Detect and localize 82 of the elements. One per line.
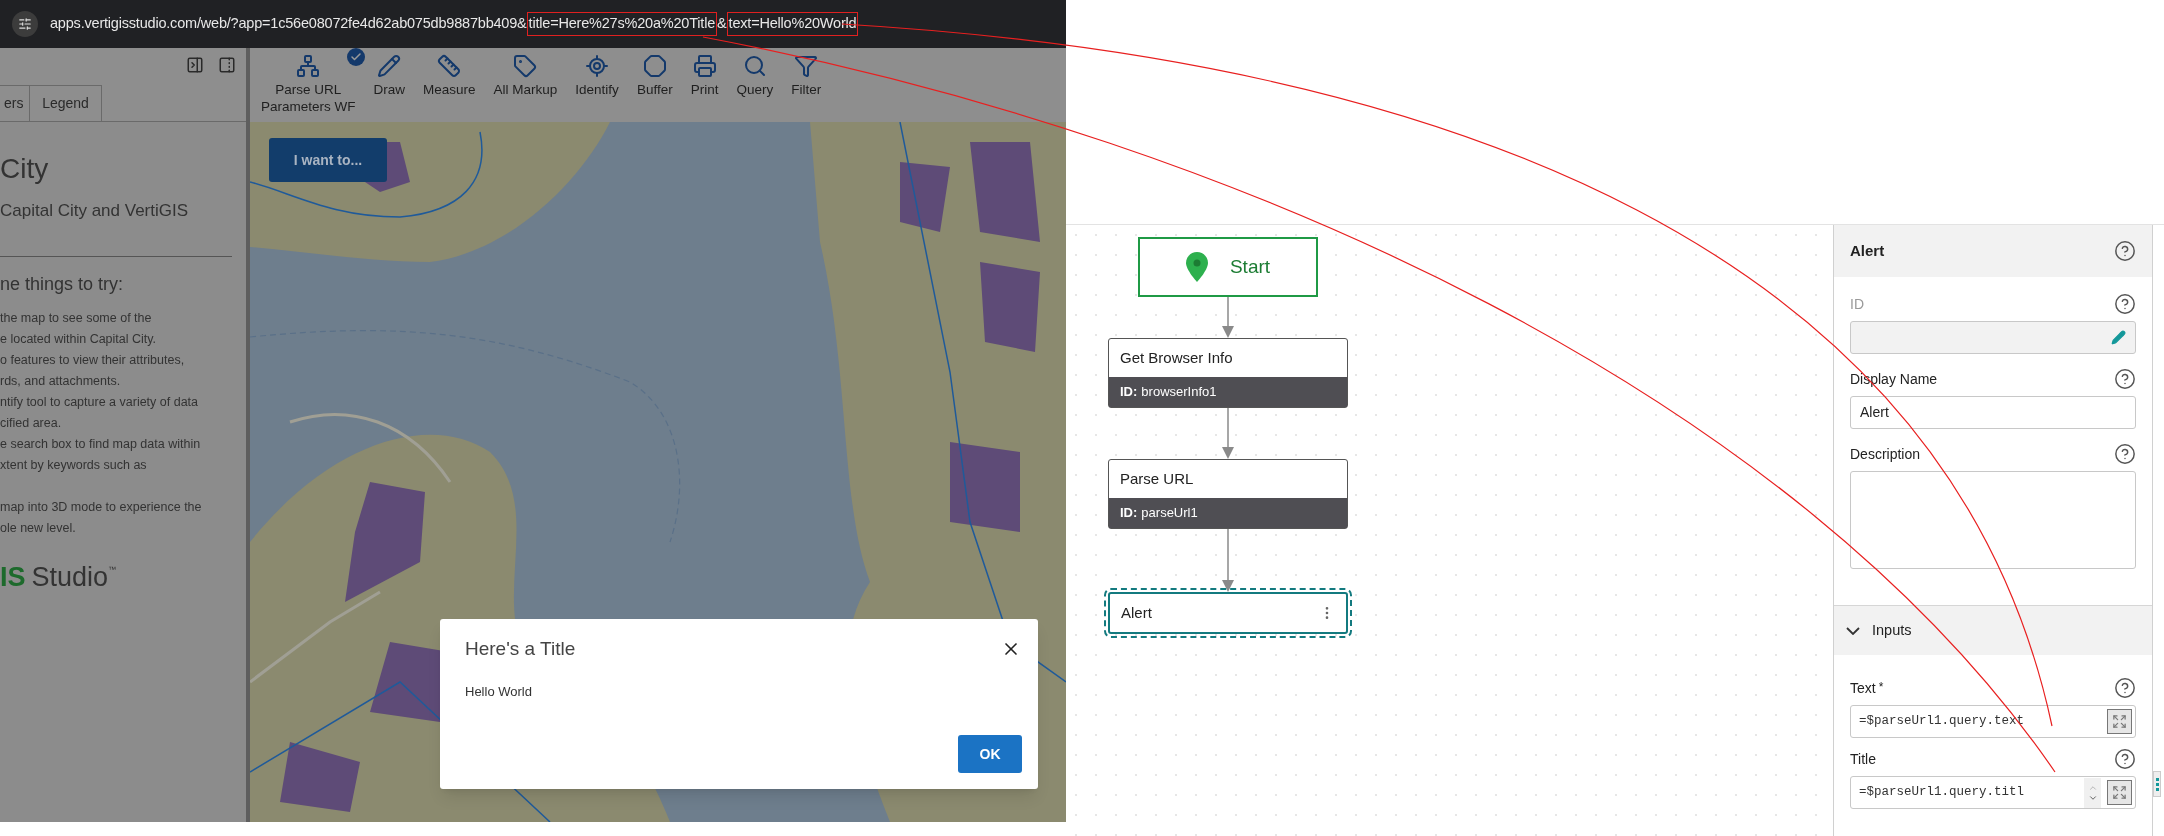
toolbar-button[interactable]: Filter <box>782 48 831 98</box>
dialog-title: Here's a Title <box>465 637 576 661</box>
panel-icon[interactable] <box>218 56 236 74</box>
hierarchy-icon <box>296 54 321 78</box>
connector-arrow <box>1222 408 1234 459</box>
toolbar-button[interactable]: Query <box>727 48 783 98</box>
tip-line: o features to view their attributes, <box>0 351 186 369</box>
panel-tab[interactable]: Legend <box>30 85 102 121</box>
resize-handle-icon[interactable] <box>2153 771 2161 797</box>
ruler-icon <box>437 54 462 78</box>
crosshair-icon <box>585 54 610 78</box>
node-label: Start <box>1229 254 1271 279</box>
tip-line: cified area. <box>0 414 63 432</box>
required-mark: * <box>1878 678 1884 696</box>
field-label: Text <box>1850 678 1876 698</box>
panel-tab[interactable]: ers <box>0 85 30 121</box>
tips-heading: ne things to try: <box>0 272 125 296</box>
tip-line: e located within Capital City. <box>0 330 158 348</box>
connector-arrow <box>1222 297 1234 338</box>
panel-heading: Alert <box>1850 240 1885 261</box>
site-settings-button[interactable] <box>12 11 38 37</box>
tip-line: e search box to find map data within <box>0 435 202 453</box>
tip-line: the map to see some of the <box>0 309 153 327</box>
octagon-icon <box>642 54 667 78</box>
highlighted-url-part: title=Here%27s%20a%20Title <box>526 12 718 36</box>
toolbar-button[interactable]: Parse URL Parameters WF <box>252 48 365 115</box>
node-label: Get Browser Info <box>1120 347 1233 368</box>
dialog-message: Hello World <box>465 682 533 701</box>
printer-icon <box>692 54 717 78</box>
section-header[interactable]: Inputs <box>1834 605 2152 655</box>
id-value: browserInfo1 <box>1141 383 1217 402</box>
tune-icon <box>18 17 32 31</box>
toolbar-button[interactable]: Identify <box>566 48 628 98</box>
tip-line: rds, and attachments. <box>0 372 122 390</box>
toolbar-button[interactable]: Measure <box>414 48 485 98</box>
help-icon[interactable] <box>2114 748 2136 770</box>
toolbar-button[interactable]: All Markup <box>484 48 567 98</box>
tip-line: xtent by keywords such as <box>0 456 148 474</box>
toolbar-button[interactable]: Print <box>681 48 728 98</box>
id-value: parseUrl1 <box>1141 504 1198 523</box>
highlighted-url-part: text=Hello%20World <box>726 12 859 36</box>
studio-logo: IS Studio™ <box>0 560 118 593</box>
help-icon[interactable] <box>2114 293 2136 315</box>
expand-icon[interactable] <box>2107 780 2132 805</box>
expand-icon[interactable] <box>2107 709 2132 734</box>
activity-node[interactable]: Parse URL ID: parseUrl1 <box>1108 459 1348 529</box>
panel-title: City <box>0 152 50 186</box>
filter-icon <box>794 54 819 78</box>
url-field[interactable]: apps.vertigisstudio.com/web/?app=1c56e08072fe4d62ab075db9887bb409&title=Here%27s%20a%20Title&text=Hello%20World <box>50 12 859 36</box>
id-label: ID: <box>1120 504 1138 523</box>
pencil-icon <box>377 54 402 78</box>
id-label: ID: <box>1120 383 1138 402</box>
help-icon[interactable] <box>2114 240 2136 262</box>
node-label: Alert <box>1121 602 1152 623</box>
map-pin-icon <box>1185 252 1208 282</box>
tip-line: ntify tool to capture a variety of data <box>0 393 200 411</box>
node-label: Parse URL <box>1120 468 1194 489</box>
ok-button[interactable]: OK <box>958 735 1022 773</box>
tip-line: ole new level. <box>0 519 77 537</box>
panel-subtitle: Capital City and VertiGIS <box>0 200 190 222</box>
field-label: Title <box>1850 749 1876 769</box>
panel-icon[interactable] <box>186 56 204 74</box>
url-text: & <box>717 14 727 34</box>
chevron-down-icon <box>1846 626 1860 635</box>
tip-line: map into 3D mode to experience the <box>0 498 203 516</box>
field-label: ID <box>1850 294 1864 314</box>
tag-icon <box>513 54 538 78</box>
field-label: Description <box>1850 444 1921 464</box>
help-icon[interactable] <box>2114 443 2136 465</box>
help-icon[interactable] <box>2114 368 2136 390</box>
toolbar-button[interactable]: Buffer <box>627 48 682 98</box>
url-text: apps.vertigisstudio.com/web/?app=1c56e08072fe4d62ab075db9887bb409& <box>50 14 527 34</box>
connector-arrow <box>1222 529 1234 592</box>
help-icon[interactable] <box>2114 677 2136 699</box>
start-node[interactable]: Start <box>1138 237 1318 297</box>
description-field[interactable] <box>1850 471 2136 569</box>
text-field[interactable]: Alert <box>1850 396 2136 429</box>
activity-node[interactable]: Get Browser Info ID: browserInfo1 <box>1108 338 1348 408</box>
toolbar-button[interactable]: Draw <box>364 48 415 98</box>
search-icon <box>742 54 767 78</box>
expression-field[interactable]: =$parseUrl1.query.titl <box>1850 776 2136 809</box>
i-want-to-button[interactable]: I want to... <box>269 138 387 182</box>
